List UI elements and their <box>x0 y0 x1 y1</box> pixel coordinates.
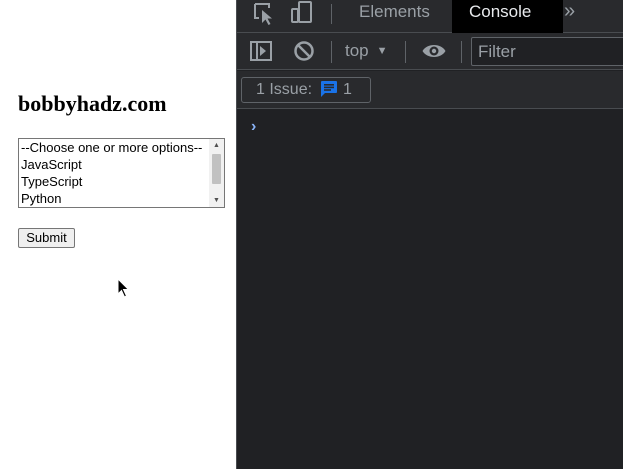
listbox-scrollbar[interactable]: ▲ ▼ <box>209 139 224 207</box>
clear-console-icon[interactable] <box>292 33 316 69</box>
dropdown-caret-icon: ▼ <box>376 45 388 57</box>
tab-console[interactable]: Console <box>452 0 563 33</box>
toolbar-divider <box>461 41 462 63</box>
console-toolbar: top ▼ Filter <box>237 33 623 70</box>
context-label: top <box>345 41 369 60</box>
mouse-cursor-icon <box>117 278 130 298</box>
issues-button[interactable]: 1 Issue: 1 <box>241 77 371 103</box>
issues-count: 1 <box>343 81 352 98</box>
devtools-panel: Elements Console » top ▼ Filter 1 Issue: <box>236 0 623 469</box>
message-icon <box>321 81 338 97</box>
select-option[interactable]: --Choose one or more options-- <box>19 139 224 156</box>
show-sidebar-icon[interactable] <box>249 33 273 69</box>
scroll-down-icon[interactable]: ▼ <box>209 194 224 207</box>
options-multiselect[interactable]: --Choose one or more options-- JavaScrip… <box>18 138 225 208</box>
select-option[interactable]: Python <box>19 190 224 207</box>
toolbar-divider <box>331 41 332 63</box>
web-page: bobbyhadz.com --Choose one or more optio… <box>0 0 236 469</box>
issues-label: 1 Issue: <box>256 81 313 98</box>
page-title: bobbyhadz.com <box>18 91 167 116</box>
context-selector[interactable]: top ▼ <box>345 33 388 69</box>
filter-input[interactable]: Filter <box>471 37 623 66</box>
tab-divider <box>331 4 332 24</box>
scrollbar-thumb[interactable] <box>212 154 221 184</box>
submit-button[interactable]: Submit <box>18 228 75 248</box>
more-tabs-icon[interactable]: » <box>564 0 575 28</box>
issues-bar: 1 Issue: 1 <box>237 71 623 109</box>
tab-elements[interactable]: Elements <box>359 0 430 28</box>
inspect-element-icon[interactable] <box>249 0 279 28</box>
console-prompt-icon[interactable]: › <box>251 118 256 136</box>
devtools-tabbar: Elements Console » <box>237 0 623 33</box>
console-output[interactable]: › <box>237 110 623 469</box>
scroll-up-icon[interactable]: ▲ <box>209 139 224 152</box>
select-option[interactable]: JavaScript <box>19 156 224 173</box>
device-toolbar-icon[interactable] <box>287 0 317 28</box>
select-option[interactable]: TypeScript <box>19 173 224 190</box>
toolbar-divider <box>405 41 406 63</box>
live-expression-icon[interactable] <box>421 33 447 69</box>
